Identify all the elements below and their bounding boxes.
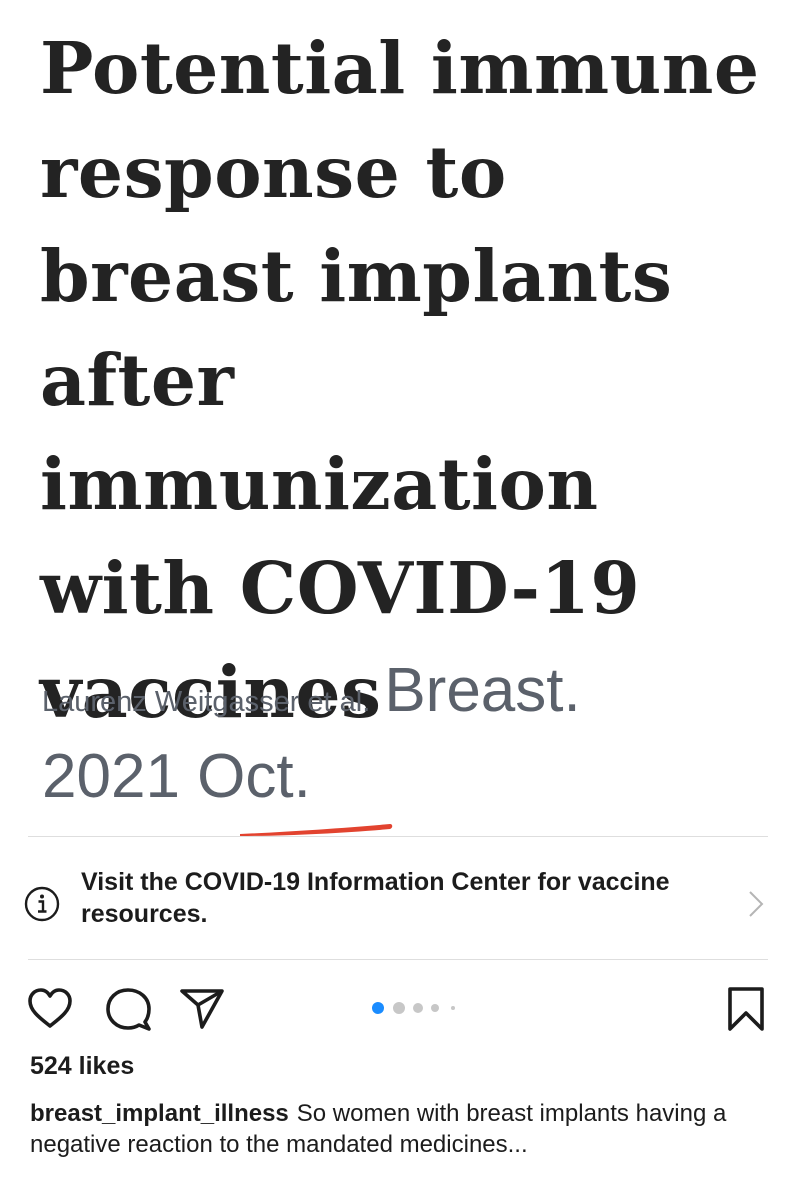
carousel-dot	[413, 1003, 423, 1013]
caption-username[interactable]: breast_implant_illness	[30, 1100, 289, 1127]
bookmark-icon[interactable]	[722, 985, 770, 1033]
carousel-dot	[431, 1004, 439, 1012]
carousel-dot-active	[372, 1002, 384, 1014]
carousel-indicator	[372, 1002, 472, 1014]
comment-icon[interactable]	[104, 985, 152, 1033]
post-image[interactable]: Potential immune response to breast impl…	[0, 0, 796, 836]
paper-plane-icon[interactable]	[178, 985, 226, 1033]
covid-info-text: Visit the COVID-19 Information Center fo…	[81, 868, 670, 928]
post-caption: breast_implant_illness So women with brea…	[30, 1098, 770, 1160]
heart-icon[interactable]	[26, 985, 74, 1033]
divider-top	[28, 836, 768, 837]
chevron-right-icon	[749, 891, 764, 917]
carousel-dot	[393, 1002, 405, 1014]
carousel-dot	[451, 1006, 455, 1010]
article-journal: Breast.	[384, 656, 581, 725]
article-authors: Laurenz Weitgasser et al.	[42, 686, 371, 718]
article-title: Potential immune response to breast impl…	[40, 26, 760, 734]
article-byline: Laurenz Weitgasser et al. Breast. 2021 Oc…	[42, 655, 782, 820]
divider-bottom	[28, 959, 768, 960]
article-date: 2021 Oct.	[42, 742, 311, 811]
covid-info-banner[interactable]: Visit the COVID-19 Information Center fo…	[0, 848, 796, 960]
info-icon	[24, 886, 60, 922]
likes-count[interactable]: 524 likes	[30, 1052, 134, 1081]
